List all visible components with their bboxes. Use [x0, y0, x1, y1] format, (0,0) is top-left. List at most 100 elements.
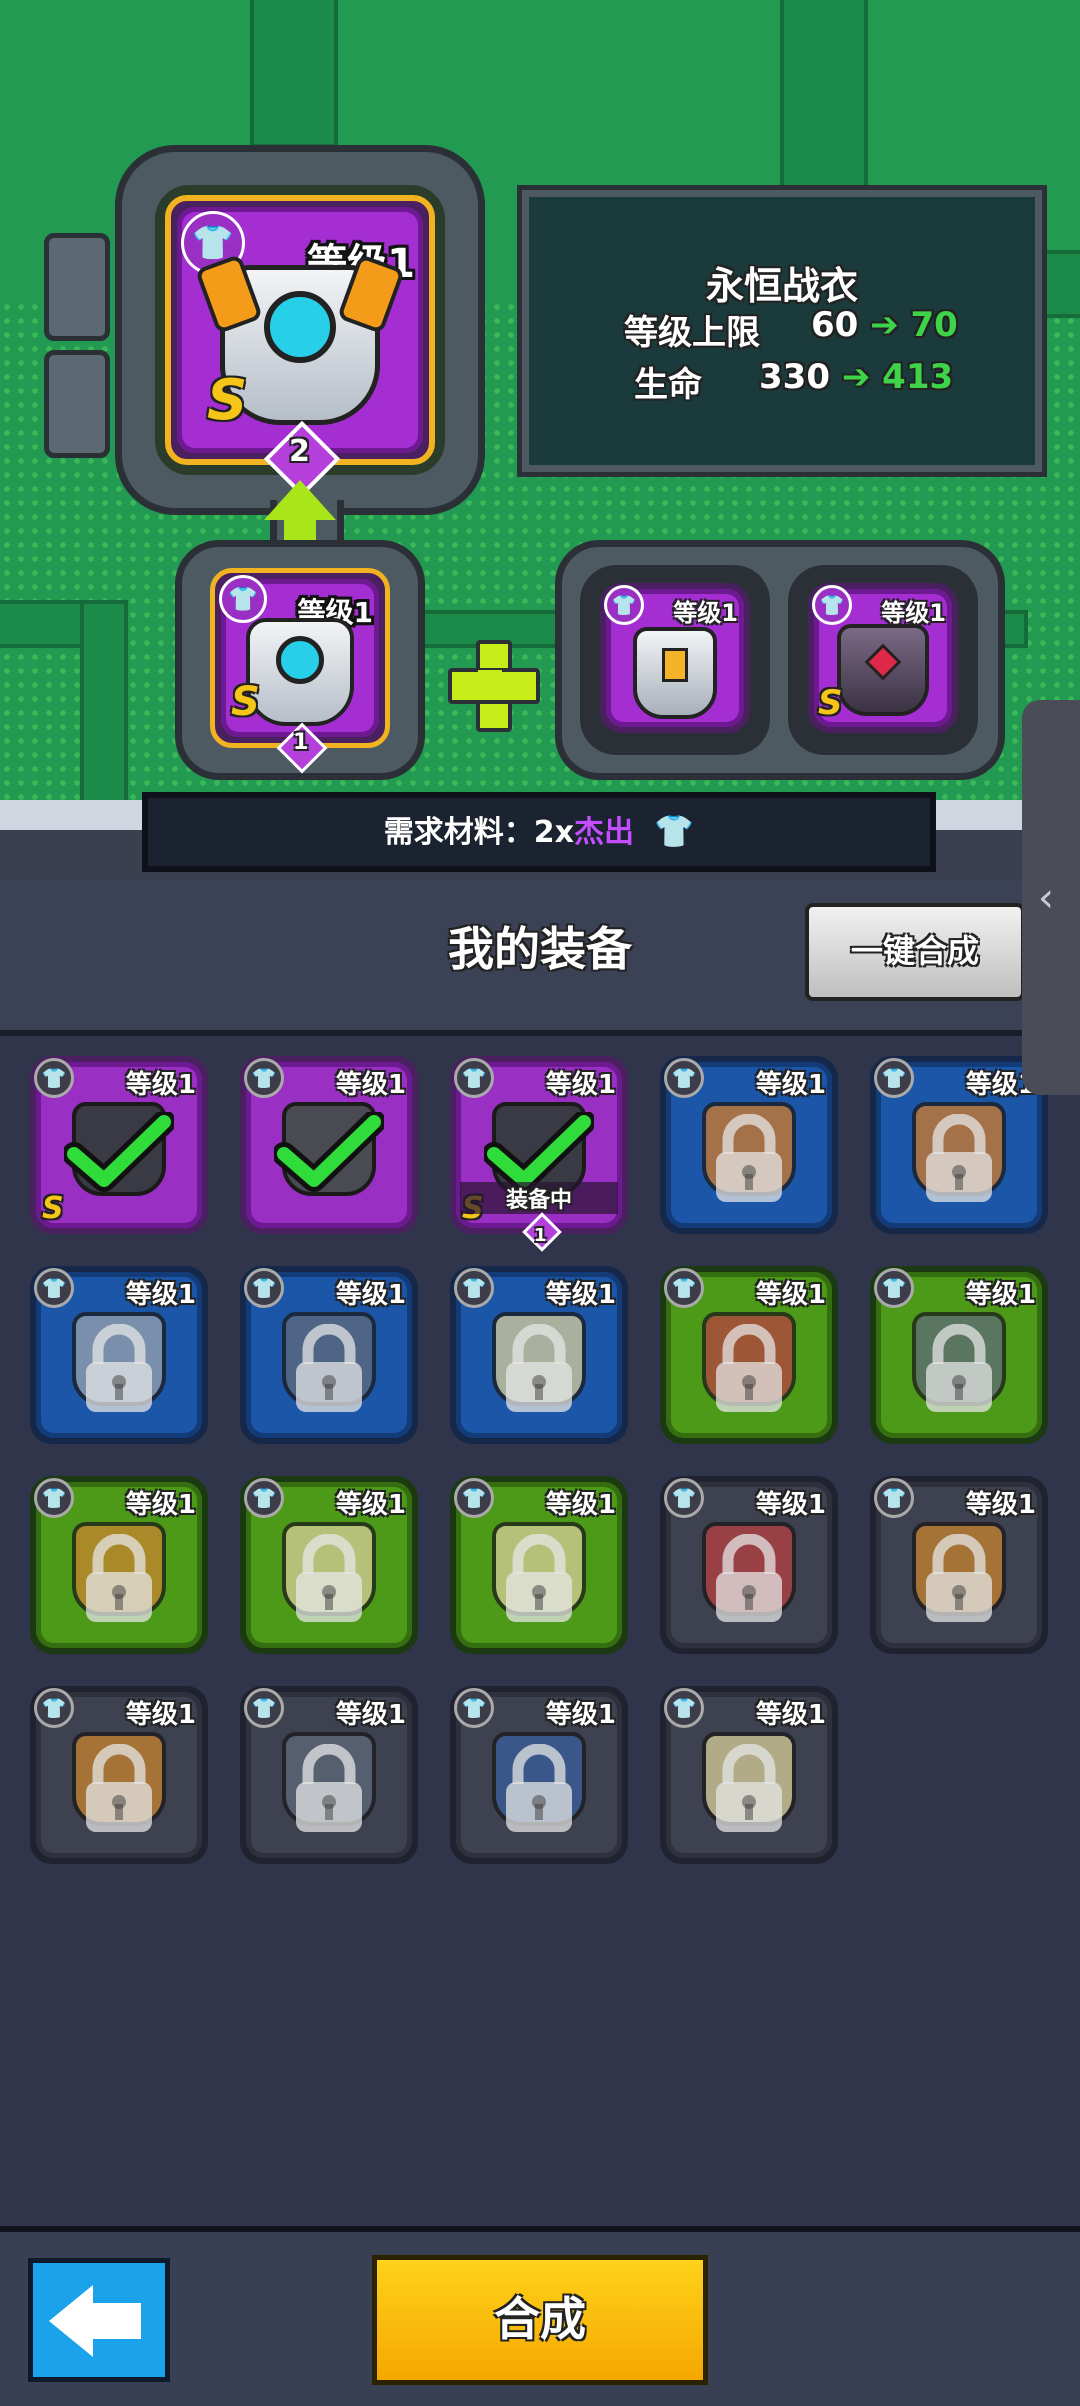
equipment-item[interactable]: 👕 等级1 — [30, 1266, 208, 1444]
item-level: 等级1 — [755, 1700, 826, 1730]
helmet-armor-icon — [246, 617, 354, 726]
checkmark-icon — [64, 1112, 174, 1193]
rarity-s-badge: S — [818, 683, 843, 723]
requirement-bar: 需求材料：2x杰出 👕 — [142, 792, 936, 872]
equipment-grid: 👕等级1S👕等级1👕等级1S装备中1👕等级1👕等级1👕等级1👕等级1👕等级1👕等… — [0, 1036, 1080, 2226]
level-cap-label: 等级上限 — [624, 313, 760, 353]
lock-icon — [506, 1744, 572, 1833]
material-slot-1[interactable]: 👕 等级1 — [600, 583, 750, 733]
stats-panel: 永恒战衣 等级上限 60 ➔ 70 生命 330 ➔ 413 — [517, 185, 1047, 477]
requirement-text: 需求材料：2x — [383, 815, 574, 850]
shirt-icon: 👕 — [34, 1688, 74, 1728]
bolt-decor — [44, 350, 110, 458]
lock-icon — [506, 1534, 572, 1623]
source-item-card[interactable]: 👕 等级1 S — [210, 568, 390, 748]
lock-icon — [86, 1744, 152, 1833]
shirt-icon: 👕 — [34, 1058, 74, 1098]
up-arrow-icon — [264, 480, 336, 520]
shirt-icon: 👕 — [874, 1478, 914, 1518]
lock-icon — [296, 1324, 362, 1413]
side-collapse-tab[interactable]: ‹ — [1022, 700, 1080, 1095]
bolt-decor — [44, 233, 110, 341]
arrow-right-icon: ➔ — [870, 305, 899, 345]
equipment-item[interactable]: 👕 等级1 — [870, 1476, 1048, 1654]
rarity-s-badge: S — [207, 368, 248, 433]
auto-merge-label: 一键合成 — [850, 932, 979, 970]
equipment-item[interactable]: 👕 等级1 — [660, 1056, 838, 1234]
lock-icon — [716, 1324, 782, 1413]
level-cap-from: 60 — [811, 305, 859, 345]
shirt-icon: 👕 — [604, 585, 644, 625]
shirt-icon: 👕 — [664, 1058, 704, 1098]
back-arrow-icon — [49, 2285, 93, 2357]
equipped-star-count: 1 — [534, 1225, 547, 1246]
equipped-label: 装备中 — [460, 1182, 618, 1214]
lock-icon — [716, 1114, 782, 1203]
source-star-count: 1 — [293, 730, 309, 755]
material-slot-2[interactable]: 👕 等级1 S — [808, 583, 958, 733]
equipment-item[interactable]: 👕 等级1 — [660, 1476, 838, 1654]
item-level: 等级1 — [755, 1490, 826, 1520]
equipment-item[interactable]: 👕 等级1 — [450, 1266, 628, 1444]
equipment-item[interactable]: 👕 等级1 S — [30, 1056, 208, 1234]
equipment-item[interactable]: 👕 等级1 — [870, 1056, 1048, 1234]
lock-icon — [296, 1744, 362, 1833]
checkmark-icon — [274, 1112, 384, 1193]
checkmark-icon — [484, 1112, 594, 1193]
lock-icon — [86, 1324, 152, 1413]
shirt-icon: 👕 — [454, 1268, 494, 1308]
equipment-item[interactable]: 👕 等级1 — [240, 1686, 418, 1864]
item-level: 等级1 — [673, 599, 738, 627]
plus-icon — [448, 640, 540, 732]
auto-merge-button[interactable]: 一键合成 — [805, 903, 1025, 1001]
shirt-icon: 👕 — [664, 1688, 704, 1728]
dark-armor-icon — [837, 624, 929, 716]
hp-label: 生命 — [634, 365, 702, 405]
lock-icon — [716, 1534, 782, 1623]
equipment-item[interactable]: 👕 等级1 — [660, 1266, 838, 1444]
shirt-icon: 👕 — [664, 1268, 704, 1308]
shirt-icon: 👕 — [874, 1268, 914, 1308]
equipment-item[interactable]: 👕 等级1 — [240, 1476, 418, 1654]
item-level: 等级1 — [545, 1280, 616, 1310]
shirt-icon: 👕 — [244, 1688, 284, 1728]
equipment-item[interactable]: 👕 等级1 — [240, 1056, 418, 1234]
item-level: 等级1 — [125, 1700, 196, 1730]
item-level: 等级1 — [965, 1490, 1036, 1520]
equipment-item[interactable]: 👕 等级1 — [30, 1476, 208, 1654]
equipment-item[interactable]: 👕 等级1 — [870, 1266, 1048, 1444]
shirt-icon: 👕 — [664, 1478, 704, 1518]
lock-icon — [296, 1534, 362, 1623]
equipment-item[interactable]: 👕 等级1 — [450, 1476, 628, 1654]
item-level: 等级1 — [335, 1070, 406, 1100]
rarity-s-badge: S — [42, 1191, 64, 1226]
shirt-icon: 👕 — [812, 585, 852, 625]
level-cap-to: 70 — [910, 305, 958, 345]
item-level: 等级1 — [881, 599, 946, 627]
item-level: 等级1 — [755, 1070, 826, 1100]
equipment-item[interactable]: 👕 等级1 — [450, 1686, 628, 1864]
merge-button[interactable]: 合成 — [372, 2255, 708, 2385]
item-level: 等级1 — [335, 1280, 406, 1310]
requirement-rarity: 杰出 — [573, 815, 634, 850]
shirt-icon: 👕 — [34, 1268, 74, 1308]
shirt-icon: 👕 — [654, 812, 695, 850]
shirt-icon: 👕 — [219, 575, 267, 623]
lock-icon — [926, 1324, 992, 1413]
lock-icon — [926, 1534, 992, 1623]
item-level: 等级1 — [125, 1070, 196, 1100]
equipment-item[interactable]: 👕 等级1 — [240, 1266, 418, 1444]
equipment-item[interactable]: 👕 等级1 — [660, 1686, 838, 1864]
item-level: 等级1 — [545, 1490, 616, 1520]
equipment-item[interactable]: 👕 等级1 — [30, 1686, 208, 1864]
target-star-count: 2 — [289, 434, 310, 469]
item-level: 等级1 — [755, 1280, 826, 1310]
shirt-icon: 👕 — [244, 1268, 284, 1308]
shirt-icon: 👕 — [454, 1688, 494, 1728]
shirt-icon: 👕 — [454, 1478, 494, 1518]
equipment-item[interactable]: 👕等级1S装备中1 — [450, 1056, 628, 1252]
back-button[interactable] — [28, 2258, 170, 2382]
item-level: 等级1 — [545, 1070, 616, 1100]
item-level: 等级1 — [965, 1280, 1036, 1310]
chest-armor-icon — [633, 627, 717, 719]
